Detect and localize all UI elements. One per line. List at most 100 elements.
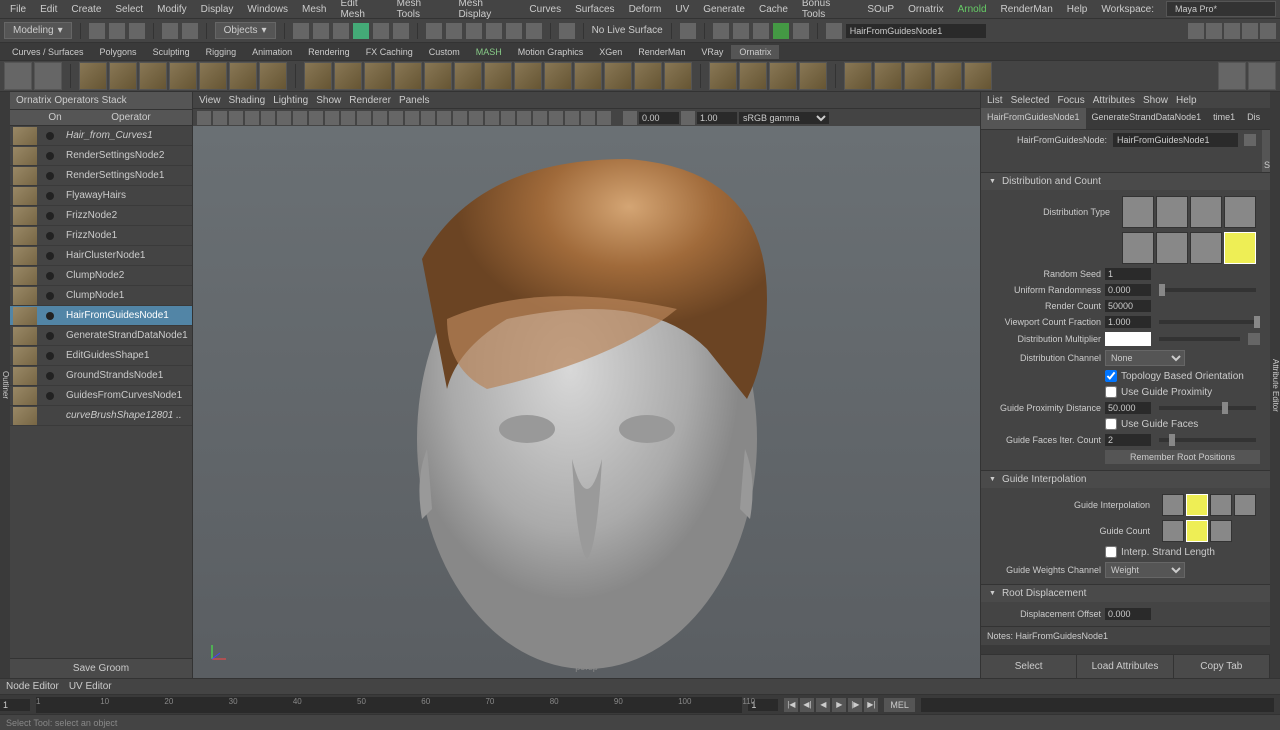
menu-help[interactable]: Help	[1061, 2, 1094, 17]
gi-swatch-4[interactable]	[1234, 494, 1256, 516]
workspace-dropdown[interactable]: Maya Pro*	[1166, 1, 1276, 17]
dist-swatch-1[interactable]	[1122, 196, 1154, 228]
timeline-reverse-icon[interactable]: ◀	[816, 698, 830, 712]
ox-guides-icon[interactable]	[169, 62, 197, 90]
operator-row[interactable]: GroundStrandsNode1	[10, 366, 192, 386]
vp-lock-camera-icon[interactable]	[213, 111, 227, 125]
ox-length-icon[interactable]	[364, 62, 392, 90]
bottom-tab-uveditor[interactable]: UV Editor	[69, 681, 112, 692]
ae-load-button[interactable]: Load Attributes	[1077, 655, 1173, 678]
vp-menu-lighting[interactable]: Lighting	[273, 95, 308, 106]
ox-clump-icon[interactable]	[544, 62, 572, 90]
ox-strand-icon[interactable]	[454, 62, 482, 90]
hypershade-icon[interactable]	[773, 23, 789, 39]
shelf-tab-vray[interactable]: VRay	[693, 45, 731, 59]
menu-create[interactable]: Create	[65, 2, 107, 17]
operator-toggle[interactable]	[40, 312, 60, 320]
ae-menu-attributes[interactable]: Attributes	[1093, 95, 1135, 106]
menu-uv[interactable]: UV	[669, 2, 695, 17]
menu-soup[interactable]: SOuP	[861, 2, 900, 17]
menu-editmesh[interactable]: Edit Mesh	[334, 0, 388, 22]
ox-baked-icon[interactable]	[844, 62, 872, 90]
ox-addfeathers-icon[interactable]	[139, 62, 167, 90]
vp-grease-icon[interactable]	[277, 111, 291, 125]
lasso-icon[interactable]	[313, 23, 329, 39]
command-line[interactable]	[921, 698, 1274, 712]
menu-bonustools[interactable]: Bonus Tools	[796, 0, 860, 22]
operator-toggle[interactable]	[40, 192, 60, 200]
vp-motionblur-icon[interactable]	[565, 111, 579, 125]
checker-icon[interactable]	[1244, 134, 1256, 146]
ox-frizz-icon[interactable]	[334, 62, 362, 90]
topo-checkbox[interactable]	[1105, 370, 1117, 382]
ox-gravity-icon[interactable]	[424, 62, 452, 90]
uniform-rand-field[interactable]	[1105, 284, 1151, 296]
vp-smoothwire-icon[interactable]	[533, 111, 547, 125]
timeline-play-icon[interactable]: ▶	[832, 698, 846, 712]
menu-cache[interactable]: Cache	[753, 2, 794, 17]
dist-mult-map-icon[interactable]	[1248, 333, 1260, 345]
vp-aa-icon[interactable]	[581, 111, 595, 125]
vp-gamma-icon[interactable]	[681, 111, 695, 125]
vp-textured-icon[interactable]	[421, 111, 435, 125]
mel-button[interactable]: MEL	[884, 698, 915, 712]
ox-multiplier-icon[interactable]	[394, 62, 422, 90]
ox-rotate-icon[interactable]	[484, 62, 512, 90]
vp-exposure-icon[interactable]	[623, 111, 637, 125]
vp-resgate-icon[interactable]	[325, 111, 339, 125]
vp-gamma-field[interactable]	[697, 112, 737, 124]
ae-menu-selected[interactable]: Selected	[1011, 95, 1050, 106]
menu-select[interactable]: Select	[109, 2, 149, 17]
ox-editguides-icon[interactable]	[199, 62, 227, 90]
ox-animcache-icon[interactable]	[799, 62, 827, 90]
mode-dropdown[interactable]: Modeling▾	[4, 22, 72, 39]
operator-row[interactable]: EditGuidesShape1	[10, 346, 192, 366]
guide-prox-dist-slider[interactable]	[1159, 406, 1256, 410]
selected-node-field[interactable]	[846, 24, 986, 38]
operator-row[interactable]: Hair_from_Curves1	[10, 126, 192, 146]
dist-swatch-8[interactable]	[1224, 232, 1256, 264]
gi-swatch-2[interactable]	[1186, 494, 1208, 516]
operator-row[interactable]: FrizzNode1	[10, 226, 192, 246]
operator-row[interactable]: curveBrushShape12801 ..	[10, 406, 192, 426]
vp-xrayjoints-icon[interactable]	[501, 111, 515, 125]
construct-history-icon[interactable]	[680, 23, 696, 39]
vp-select-camera-icon[interactable]	[197, 111, 211, 125]
menu-generate[interactable]: Generate	[697, 2, 751, 17]
gc-swatch-1[interactable]	[1162, 520, 1184, 542]
section-distribution[interactable]: Distribution and Count	[981, 173, 1270, 190]
vp-imageplane-icon[interactable]	[245, 111, 259, 125]
redo-icon[interactable]	[182, 23, 198, 39]
ox-addhair-icon[interactable]	[79, 62, 107, 90]
ae-select-button[interactable]: Select	[981, 655, 1077, 678]
menu-display[interactable]: Display	[195, 2, 240, 17]
random-seed-field[interactable]	[1105, 268, 1151, 280]
operator-row[interactable]: HairClusterNode1	[10, 246, 192, 266]
timeline-stepback-icon[interactable]: ◀|	[800, 698, 814, 712]
symmetry-icon[interactable]	[559, 23, 575, 39]
shelf-options-icon[interactable]	[4, 62, 32, 90]
render-icon[interactable]	[713, 23, 729, 39]
vp-menu-view[interactable]: View	[199, 95, 221, 106]
shelf-tab-curves[interactable]: Curves / Surfaces	[4, 45, 92, 59]
operator-toggle[interactable]	[40, 332, 60, 340]
gi-swatch-3[interactable]	[1210, 494, 1232, 516]
shelf-options2-icon[interactable]	[34, 62, 62, 90]
operator-row[interactable]: FrizzNode2	[10, 206, 192, 226]
toggle-toolsettings-icon[interactable]	[1260, 23, 1276, 39]
menu-modify[interactable]: Modify	[151, 2, 192, 17]
ae-menu-help[interactable]: Help	[1176, 95, 1197, 106]
menu-renderman[interactable]: RenderMan	[995, 2, 1059, 17]
toggle-hud-icon[interactable]	[1206, 23, 1222, 39]
menu-meshdisplay[interactable]: Mesh Display	[452, 0, 521, 22]
light-editor-icon[interactable]	[793, 23, 809, 39]
vp-menu-show[interactable]: Show	[316, 95, 341, 106]
undo-icon[interactable]	[162, 23, 178, 39]
snap-point-icon[interactable]	[466, 23, 482, 39]
attribute-editor-vtab[interactable]: Attribute Editor	[1270, 92, 1280, 678]
timeline-gotostart-icon[interactable]: |◀	[784, 698, 798, 712]
select-icon[interactable]	[293, 23, 309, 39]
bottom-tab-nodeeditor[interactable]: Node Editor	[6, 681, 59, 692]
ae-copytab-button[interactable]: Copy Tab	[1174, 655, 1270, 678]
vp-ssao-icon[interactable]	[549, 111, 563, 125]
